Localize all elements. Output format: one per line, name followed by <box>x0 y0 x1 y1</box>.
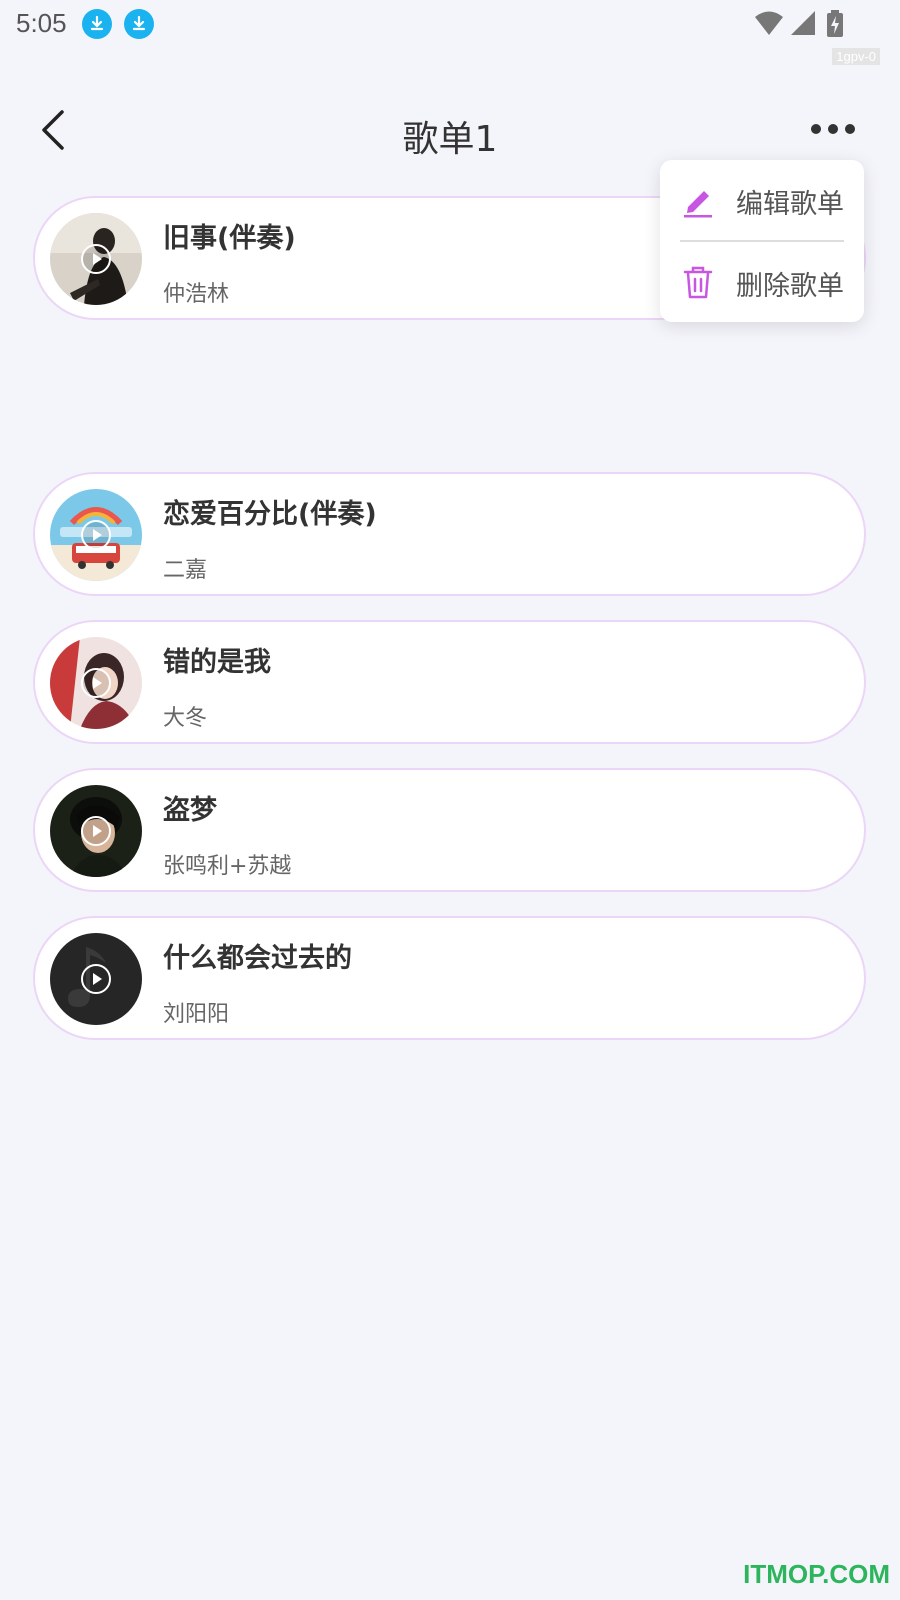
song-card[interactable]: 错的是我 大冬 <box>33 620 866 744</box>
trash-icon <box>683 266 713 299</box>
play-icon[interactable] <box>80 963 112 995</box>
menu-item-edit-playlist[interactable]: 编辑歌单 <box>660 160 864 240</box>
menu-item-label: 编辑歌单 <box>736 189 844 220</box>
menu-item-label: 删除歌单 <box>736 271 844 302</box>
status-bar: 5:05 1gpv-0 <box>0 0 900 65</box>
song-title: 恋爱百分比(伴奏) <box>163 499 377 530</box>
album-cover <box>50 785 142 877</box>
song-title: 错的是我 <box>163 647 271 678</box>
album-cover <box>50 489 142 581</box>
song-artist: 刘阳阳 <box>163 1002 230 1027</box>
song-artist: 二嘉 <box>163 558 208 583</box>
options-menu: 编辑歌单 删除歌单 <box>660 160 864 322</box>
song-artist: 仲浩林 <box>163 282 230 307</box>
song-title: 什么都会过去的 <box>163 943 352 974</box>
play-icon[interactable] <box>80 815 112 847</box>
song-artist: 大冬 <box>163 706 208 731</box>
signal-icon <box>791 11 815 35</box>
edit-pencil-icon <box>684 191 712 218</box>
album-cover <box>50 637 142 729</box>
page-title: 歌单1 <box>402 119 498 160</box>
song-card[interactable]: 恋爱百分比(伴奏) 二嘉 <box>33 472 866 596</box>
debug-tag: 1gpv-0 <box>832 48 880 65</box>
status-time: 5:05 <box>16 8 67 38</box>
song-title: 旧事(伴奏) <box>163 223 296 254</box>
download-icon <box>82 9 112 39</box>
song-artist: 张鸣利+苏越 <box>163 854 292 879</box>
header: 歌单1 <box>0 96 900 168</box>
play-icon[interactable] <box>80 667 112 699</box>
battery-charging-icon <box>827 10 843 37</box>
song-title: 盗梦 <box>163 795 217 826</box>
menu-item-delete-playlist[interactable]: 删除歌单 <box>660 242 864 322</box>
watermark: ITMOP.COM <box>743 1559 890 1589</box>
more-options-button[interactable] <box>810 122 856 136</box>
wifi-icon <box>755 11 783 35</box>
album-cover <box>50 933 142 1025</box>
play-icon[interactable] <box>80 243 112 275</box>
song-card[interactable]: 盗梦 张鸣利+苏越 <box>33 768 866 892</box>
song-card[interactable]: 什么都会过去的 刘阳阳 <box>33 916 866 1040</box>
album-cover <box>50 213 142 305</box>
download-icon <box>124 9 154 39</box>
play-icon[interactable] <box>80 519 112 551</box>
